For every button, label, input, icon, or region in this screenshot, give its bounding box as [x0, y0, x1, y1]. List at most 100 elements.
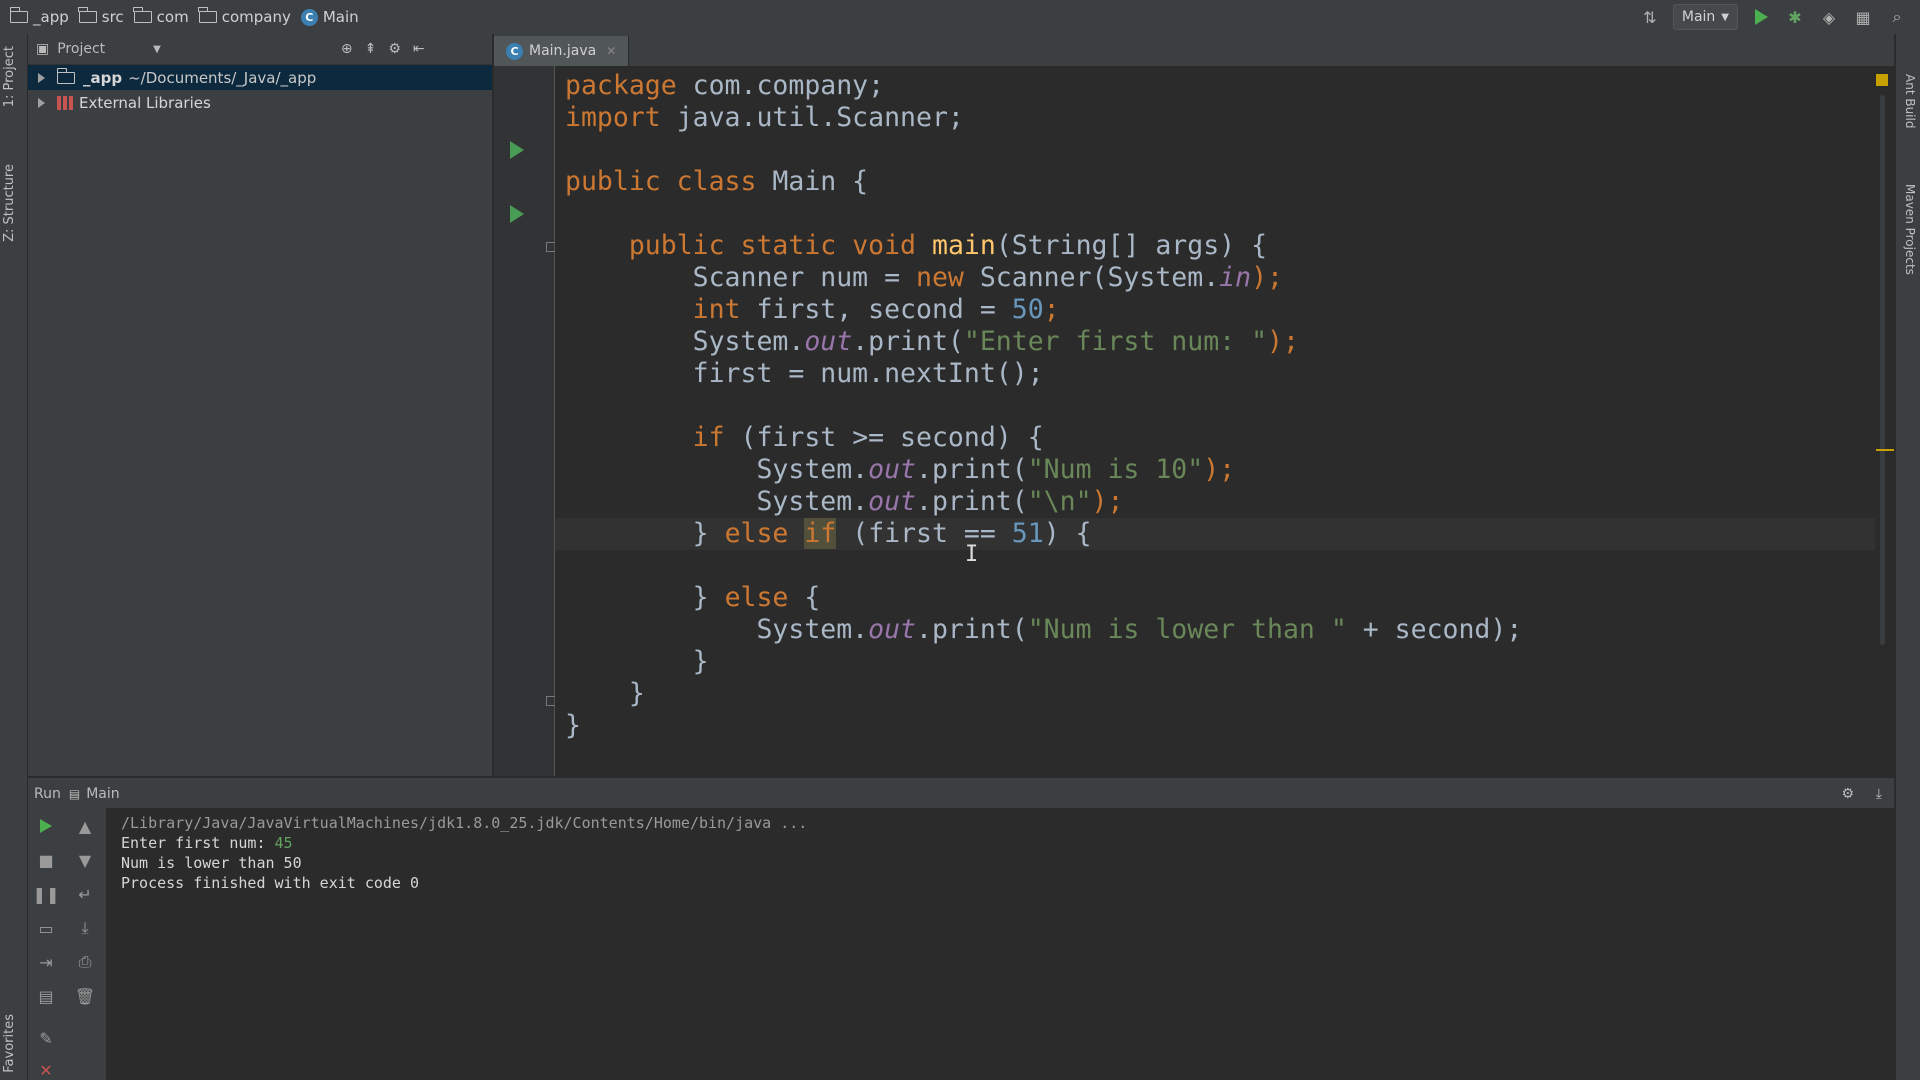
editor-scrollbar[interactable]: [1880, 95, 1885, 645]
warning-marker[interactable]: [1876, 449, 1894, 451]
gear-icon[interactable]: ⚙: [1841, 786, 1854, 802]
code-line: System.out.print("\n");: [756, 486, 1124, 517]
code-line: }: [565, 710, 581, 741]
chevron-down-icon: ▼: [1721, 11, 1729, 23]
coverage-button[interactable]: ◈: [1818, 6, 1840, 28]
toolbar-right: ⇅ Main ▼ ✱ ◈ ▦ ⌕: [1639, 0, 1920, 34]
module-folder-icon: [56, 67, 75, 84]
folder-icon: [133, 7, 152, 23]
stop-button[interactable]: ■: [37, 851, 55, 870]
down-arrow-icon[interactable]: ▼: [76, 851, 94, 870]
project-view-select[interactable]: Project: [57, 41, 105, 57]
console-line: Num is lower than 50: [121, 854, 302, 872]
class-icon: C: [506, 42, 523, 60]
run-main-gutter-icon[interactable]: [510, 205, 524, 223]
mouse-text-cursor-icon: I: [965, 542, 979, 567]
code-line: package com.company;: [565, 70, 885, 101]
exit-icon[interactable]: ⇥: [37, 953, 55, 972]
search-icon: ⌕: [1892, 7, 1902, 26]
tab-structure[interactable]: Z: Structure: [2, 164, 17, 242]
expand-arrow-icon[interactable]: [38, 72, 45, 83]
left-tool-strip: 1: Project Z: Structure Favorites: [0, 34, 28, 1080]
code-line: Scanner num = new Scanner(System.in);: [692, 262, 1284, 293]
coverage-icon: ◈: [1822, 7, 1836, 27]
code-line: }: [692, 646, 709, 677]
project-panel-header: ▣ Project ▼ ⊕ ⇞ ⚙ ⇤: [28, 34, 492, 65]
tree-item-external-libraries[interactable]: External Libraries: [28, 90, 492, 115]
tab-maven-projects[interactable]: Maven Projects: [1903, 184, 1917, 275]
class-icon: C: [300, 8, 318, 26]
trash-icon[interactable]: 🗑: [75, 987, 95, 1006]
editor-gutter: [494, 66, 588, 776]
search-button[interactable]: ⌕: [1886, 6, 1908, 28]
editor-tab-bar: C Main.java ✕: [494, 34, 1894, 67]
code-line: public static void main(String[] args) {: [628, 230, 1268, 261]
layout-icon[interactable]: ▤: [37, 987, 55, 1006]
breadcrumb-app[interactable]: _app: [9, 7, 69, 26]
pause-button[interactable]: ❚❚: [33, 885, 60, 904]
run-config-tab[interactable]: Main: [86, 786, 119, 802]
code-line: System.out.print("Num is 10");: [756, 454, 1236, 485]
close-icon[interactable]: ✕: [37, 1061, 55, 1080]
code-line: first = num.nextInt();: [692, 358, 1044, 389]
run-config-icon: ▤: [68, 786, 81, 801]
expand-arrow-icon[interactable]: [38, 97, 45, 108]
breadcrumb-company[interactable]: company: [198, 7, 291, 26]
chevron-down-icon[interactable]: ▼: [153, 44, 161, 55]
soft-wrap-icon[interactable]: ↵: [76, 885, 94, 904]
breadcrumb-src[interactable]: src: [78, 7, 124, 26]
console-command: /Library/Java/JavaVirtualMachines/jdk1.8…: [121, 814, 808, 832]
tab-project[interactable]: 1: Project: [2, 46, 17, 107]
console-line: Process finished with exit code 0: [121, 874, 420, 892]
breadcrumb-com[interactable]: com: [133, 7, 189, 26]
tree-item-label: _app: [83, 68, 123, 87]
run-class-gutter-icon[interactable]: [510, 141, 524, 159]
tab-ant-build[interactable]: Ant Build: [1903, 74, 1917, 128]
tab-favorites[interactable]: Favorites: [2, 1014, 17, 1073]
run-button[interactable]: [1750, 6, 1772, 28]
print-icon[interactable]: ⎙: [76, 952, 94, 971]
structure-icon: ▦: [1855, 7, 1871, 27]
gear-icon[interactable]: ⚙: [388, 41, 401, 57]
code-editor[interactable]: package com.company; import java.util.Sc…: [555, 66, 1875, 776]
up-arrow-icon[interactable]: ▲: [76, 817, 94, 836]
code-line: public class Main {: [565, 166, 869, 197]
tab-main-java[interactable]: C Main.java ✕: [494, 36, 630, 66]
code-line: int first, second = 50;: [692, 294, 1060, 325]
code-line: }: [628, 678, 645, 709]
run-toolbar: ▲ ■ ▼ ❚❚ ↵ ▭ ⤓ ⇥ ⎙ ▤ 🗑 ✎ ✕: [28, 808, 107, 1080]
dump-threads-icon[interactable]: ▭: [37, 919, 55, 938]
right-tool-strip: Ant Build Maven Projects: [1895, 34, 1920, 1080]
rerun-button[interactable]: [37, 818, 55, 834]
console-output[interactable]: /Library/Java/JavaVirtualMachines/jdk1.8…: [107, 808, 1894, 1080]
hide-panel-icon[interactable]: ⇤: [413, 41, 425, 57]
run-config-select[interactable]: Main ▼: [1672, 4, 1738, 30]
scroll-from-source-icon[interactable]: ⊕: [341, 41, 353, 57]
vcs-update-icon[interactable]: ⇅: [1639, 6, 1661, 28]
run-panel-header: Run ▤ Main ⚙ ⤓: [28, 777, 1894, 809]
tree-item-path: ~/Documents/_Java/_app: [128, 68, 317, 87]
code-line: System.out.print("Num is lower than " + …: [756, 614, 1523, 645]
hide-panel-icon[interactable]: ⤓: [1876, 786, 1882, 802]
folder-icon: [78, 7, 97, 23]
code-line-current: } else if (first == 51) {: [555, 518, 1875, 550]
pin-icon[interactable]: ✎: [37, 1029, 55, 1048]
folder-icon: [9, 7, 28, 23]
project-structure-button[interactable]: ▦: [1852, 6, 1874, 28]
code-line: } else {: [692, 582, 821, 613]
navigation-bar: _app src com company C Main ⇅ Main ▼ ✱ ◈ ▦…: [0, 0, 1920, 35]
library-icon: [57, 95, 73, 110]
run-panel-label: Run: [34, 785, 61, 802]
play-icon: [1754, 9, 1768, 25]
console-line: Enter first num: 45: [121, 834, 293, 852]
scroll-to-end-icon[interactable]: ⤓: [76, 918, 94, 937]
close-tab-icon[interactable]: ✕: [606, 44, 616, 58]
tree-item-label: External Libraries: [79, 93, 211, 112]
bug-icon: ✱: [1788, 7, 1802, 27]
breadcrumb-main[interactable]: C Main: [300, 8, 359, 26]
collapse-all-icon[interactable]: ⇞: [365, 41, 377, 57]
tree-item-app[interactable]: _app ~/Documents/_Java/_app: [28, 65, 492, 90]
debug-button[interactable]: ✱: [1784, 6, 1806, 28]
folder-icon: [198, 7, 217, 23]
inspection-status-icon[interactable]: [1876, 74, 1888, 86]
